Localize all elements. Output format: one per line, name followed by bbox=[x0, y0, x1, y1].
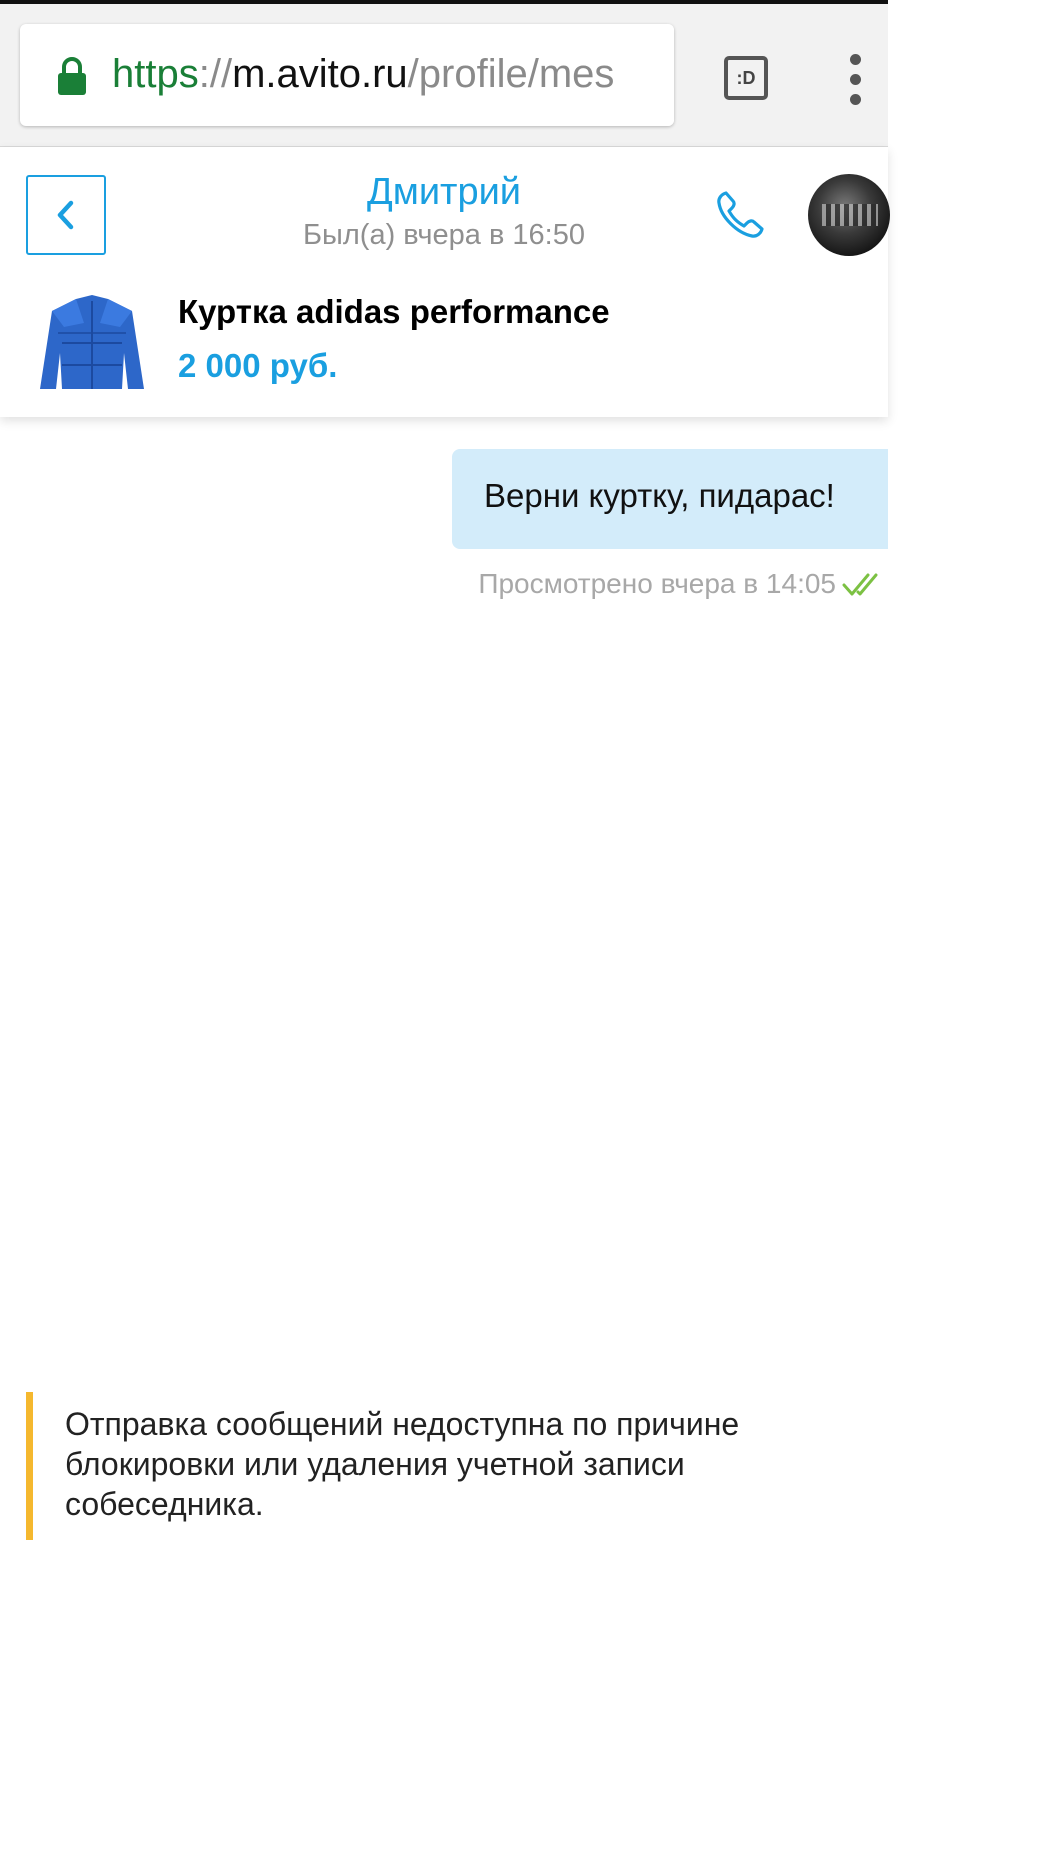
address-bar[interactable]: https://m.avito.ru/profile/mes bbox=[20, 24, 674, 126]
lock-icon bbox=[58, 57, 86, 95]
url-fade bbox=[650, 24, 674, 126]
url-text[interactable]: https://m.avito.ru/profile/mes bbox=[112, 48, 614, 100]
phone-icon[interactable] bbox=[712, 187, 768, 243]
url-scheme: https bbox=[112, 52, 199, 96]
url-host: m.avito.ru bbox=[232, 52, 408, 96]
avatar[interactable] bbox=[808, 174, 890, 256]
message-status: Просмотрено вчера в 14:05 bbox=[478, 564, 888, 604]
double-check-icon bbox=[842, 573, 878, 596]
blocked-notice: Отправка сообщений недоступна по причине… bbox=[26, 1392, 846, 1540]
item-thumbnail[interactable] bbox=[34, 293, 150, 389]
item-price: 2 000 руб. bbox=[178, 347, 338, 384]
reader-mode-icon[interactable]: :D bbox=[724, 56, 768, 100]
url-path: /profile/mes bbox=[407, 52, 615, 96]
chat-header: Дмитрий Был(а) вчера в 16:50 Куртка adid… bbox=[0, 147, 890, 417]
item-title[interactable]: Куртка adidas performance bbox=[178, 293, 610, 331]
message-bubble[interactable]: Верни куртку, пидарас! bbox=[452, 449, 888, 549]
seen-status-text: Просмотрено вчера в 14:05 bbox=[478, 568, 836, 599]
browser-toolbar: https://m.avito.ru/profile/mes :D bbox=[0, 4, 888, 147]
url-separator: :// bbox=[198, 52, 233, 96]
menu-dots-icon[interactable] bbox=[844, 54, 868, 106]
